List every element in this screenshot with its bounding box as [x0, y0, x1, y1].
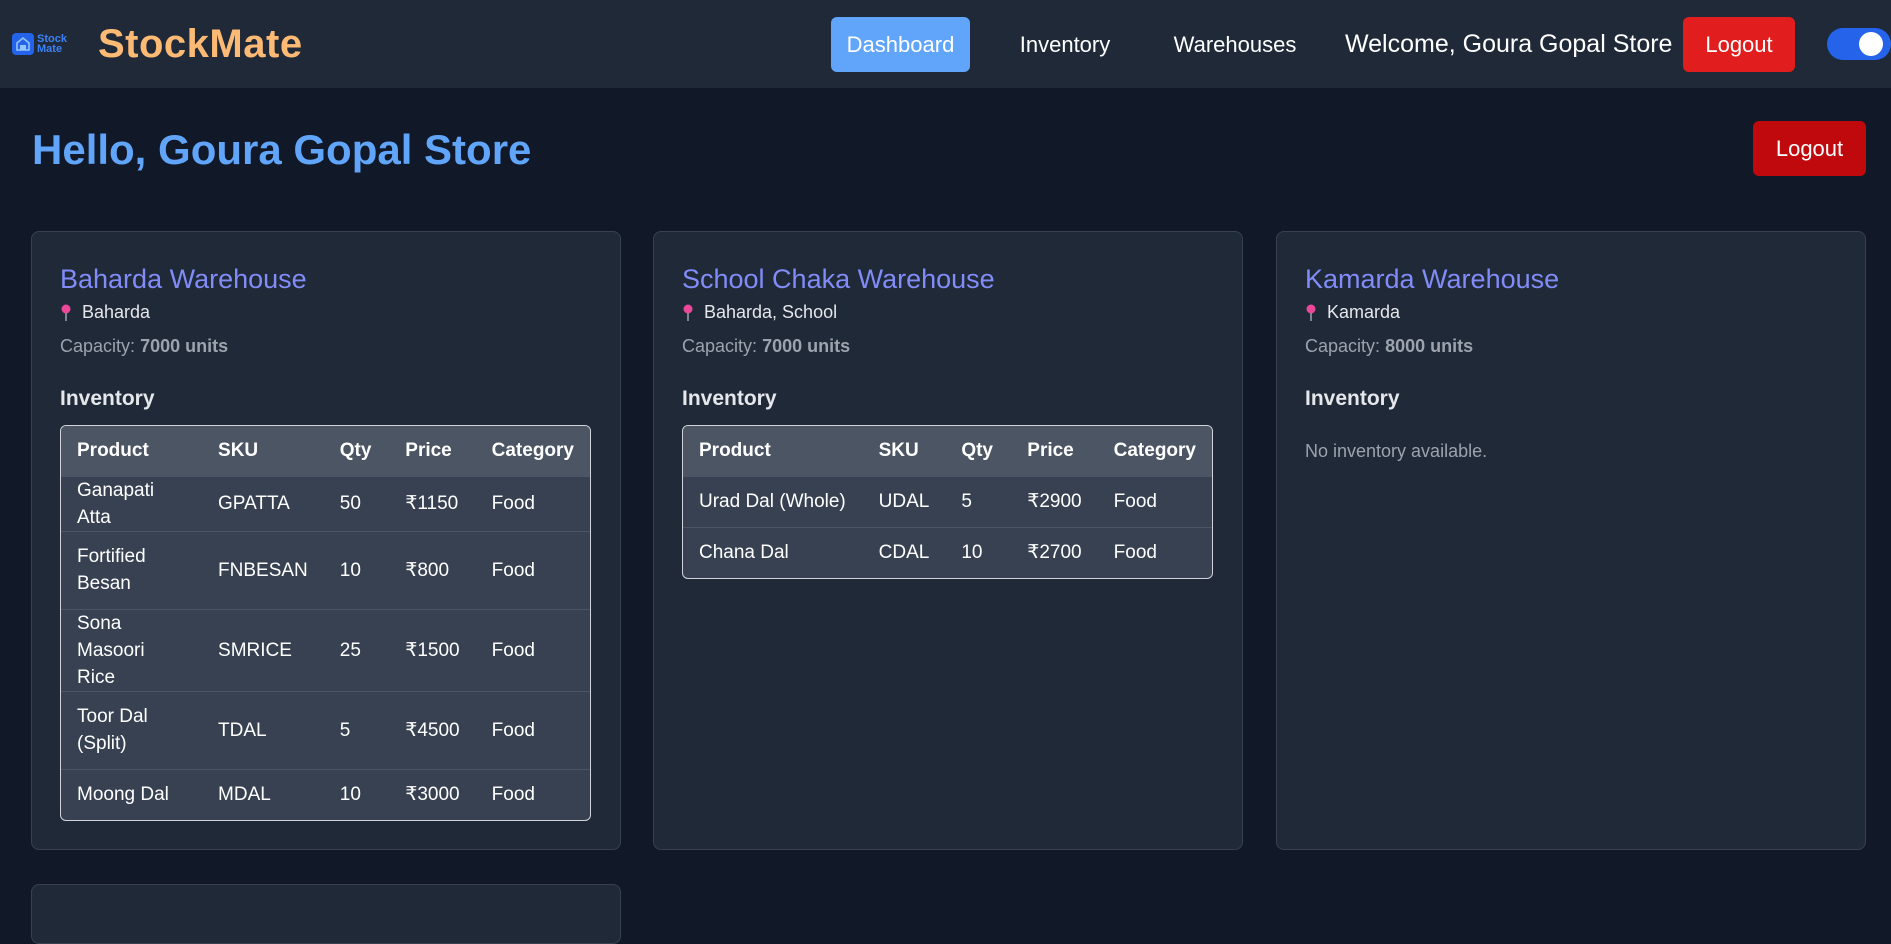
inventory-heading: Inventory	[1305, 387, 1400, 410]
cell-price: ₹2700	[1011, 526, 1098, 578]
cell-qty: 10	[323, 530, 390, 609]
cell-product: Moong Dal	[61, 768, 203, 820]
table-row: Fortified Besan FNBESAN 10 ₹800 Food	[61, 530, 590, 609]
page-greeting: Hello, Goura Gopal Store	[32, 126, 532, 173]
cell-category: Food	[1097, 475, 1212, 527]
cell-price: ₹3000	[389, 768, 476, 820]
logout-button[interactable]: Logout	[1753, 121, 1866, 176]
nav-warehouses[interactable]: Warehouses	[1160, 17, 1310, 72]
cell-product: Sona Masoori Rice	[61, 608, 203, 691]
location-text: Baharda	[82, 302, 151, 322]
cell-qty: 25	[323, 608, 390, 691]
table-row: Toor Dal (Split) TDAL 5 ₹4500 Food	[61, 690, 590, 769]
warehouse-capacity: Capacity: 7000 units	[682, 336, 851, 356]
warehouse-location: Baharda	[60, 302, 150, 323]
cell-qty: 50	[323, 475, 390, 531]
column-header-category: Category	[1097, 426, 1212, 476]
cell-sku: MDAL	[202, 768, 324, 820]
pin-icon	[683, 304, 693, 321]
cell-sku: GPATTA	[202, 475, 324, 531]
pin-icon	[61, 304, 71, 321]
cell-product: Ganapati Atta	[61, 475, 203, 531]
table-header-row: Product SKU Qty Price Category	[61, 426, 590, 476]
warehouse-card: Kamarda Warehouse Kamarda Capacity: 8000…	[1276, 231, 1866, 850]
inventory-table: Product SKU Qty Price Category Ganapati …	[60, 425, 591, 821]
nav-inventory[interactable]: Inventory	[1000, 17, 1130, 72]
cell-price: ₹1150	[389, 475, 476, 531]
cell-qty: 10	[323, 768, 390, 820]
theme-toggle[interactable]	[1827, 28, 1891, 60]
cell-price: ₹2900	[1011, 475, 1098, 527]
warehouse-location: Kamarda	[1305, 302, 1400, 323]
warehouse-capacity: Capacity: 7000 units	[60, 336, 229, 356]
toggle-knob	[1859, 32, 1883, 56]
inventory-heading: Inventory	[682, 387, 777, 410]
table-row: Moong Dal MDAL 10 ₹3000 Food	[61, 768, 590, 820]
pin-icon	[1306, 304, 1316, 321]
cell-qty: 10	[945, 526, 1012, 578]
column-header-product: Product	[683, 426, 863, 476]
table-header-row: Product SKU Qty Price Category	[683, 426, 1212, 476]
cell-product: Fortified Besan	[61, 530, 203, 609]
warehouse-name: School Chaka Warehouse	[682, 264, 995, 294]
brand-name[interactable]: StockMate	[98, 22, 303, 67]
warehouse-icon	[12, 33, 34, 55]
logo-text: Stock Mate	[37, 33, 67, 55]
column-header-price: Price	[389, 426, 476, 476]
cell-category: Food	[475, 608, 590, 691]
table-row: Urad Dal (Whole) UDAL 5 ₹2900 Food	[683, 475, 1212, 527]
warehouse-card: Baharda Warehouse Baharda Capacity: 7000…	[31, 231, 621, 850]
location-text: Baharda, School	[704, 302, 838, 322]
cell-category: Food	[475, 475, 590, 531]
warehouse-card: School Chaka Warehouse Baharda, School C…	[653, 231, 1243, 850]
warehouse-name: Baharda Warehouse	[60, 264, 307, 294]
inventory-table: Product SKU Qty Price Category Urad Dal …	[682, 425, 1213, 579]
location-text: Kamarda	[1327, 302, 1401, 322]
column-header-qty: Qty	[323, 426, 390, 476]
column-header-category: Category	[475, 426, 590, 476]
warehouse-capacity: Capacity: 8000 units	[1305, 336, 1474, 356]
table-row: Ganapati Atta GPATTA 50 ₹1150 Food	[61, 475, 590, 531]
logo[interactable]: Stock Mate	[12, 31, 72, 57]
cell-qty: 5	[945, 475, 1012, 527]
warehouse-card	[31, 884, 621, 944]
top-navbar: Stock Mate StockMate Dashboard Inventory…	[0, 0, 1891, 88]
nav-dashboard[interactable]: Dashboard	[831, 17, 970, 72]
column-header-sku: SKU	[862, 426, 946, 476]
cell-sku: CDAL	[862, 526, 946, 578]
cell-product: Toor Dal (Split)	[61, 690, 203, 769]
cell-sku: SMRICE	[202, 608, 324, 691]
table-row: Sona Masoori Rice SMRICE 25 ₹1500 Food	[61, 608, 590, 691]
cell-price: ₹1500	[389, 608, 476, 691]
cell-sku: TDAL	[202, 690, 324, 769]
inventory-heading: Inventory	[60, 387, 155, 410]
cell-sku: UDAL	[862, 475, 946, 527]
warehouse-name: Kamarda Warehouse	[1305, 264, 1560, 294]
cell-sku: FNBESAN	[202, 530, 324, 609]
cell-price: ₹800	[389, 530, 476, 609]
cell-price: ₹4500	[389, 690, 476, 769]
header-logout-button[interactable]: Logout	[1683, 17, 1795, 72]
cell-category: Food	[475, 530, 590, 609]
cell-product: Urad Dal (Whole)	[683, 475, 863, 527]
column-header-qty: Qty	[945, 426, 1012, 476]
table-row: Chana Dal CDAL 10 ₹2700 Food	[683, 526, 1212, 578]
cell-category: Food	[1097, 526, 1212, 578]
welcome-text: Welcome, Goura Gopal Store	[1345, 30, 1673, 58]
column-header-sku: SKU	[202, 426, 324, 476]
cell-category: Food	[475, 768, 590, 820]
warehouse-location: Baharda, School	[682, 302, 837, 323]
cell-category: Food	[475, 690, 590, 769]
column-header-product: Product	[61, 426, 203, 476]
column-header-price: Price	[1011, 426, 1098, 476]
cell-qty: 5	[323, 690, 390, 769]
cell-product: Chana Dal	[683, 526, 863, 578]
empty-inventory-message: No inventory available.	[1305, 441, 1488, 461]
